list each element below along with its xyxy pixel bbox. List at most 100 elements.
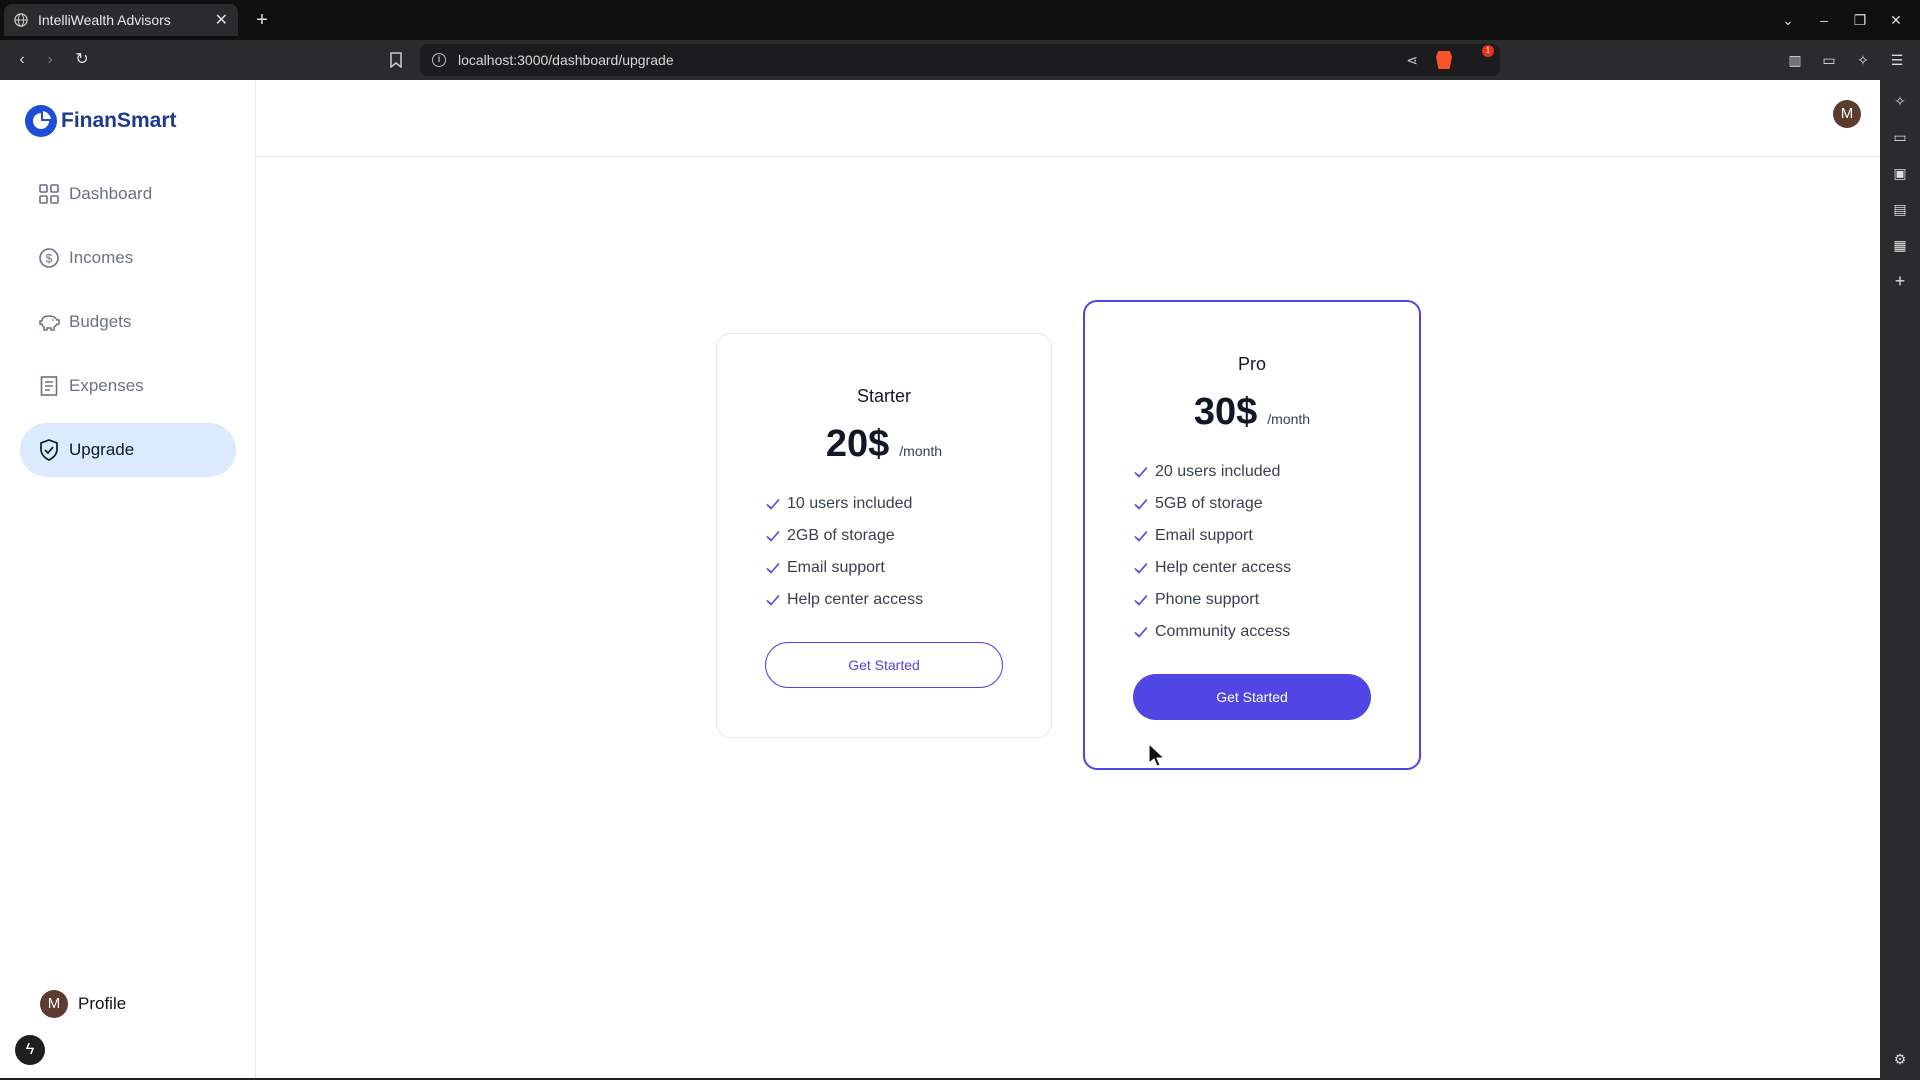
- feature-item: 2GB of storage: [765, 520, 1051, 552]
- feature-text: 10 users included: [787, 495, 913, 512]
- window-controls: ⌄ – ❐ ✕: [1780, 0, 1920, 40]
- bookmark-icon[interactable]: [384, 48, 408, 72]
- brand-logo[interactable]: FinanSmart: [24, 104, 177, 138]
- receipt-icon: [38, 375, 60, 397]
- url-text: localhost:3000/dashboard/upgrade: [458, 52, 674, 68]
- menu-icon[interactable]: ☰: [1888, 48, 1906, 72]
- browser-side-panel: ✧ ▭ ▣ ▤ ▦ + ⚙: [1880, 80, 1920, 1080]
- plan-name: Starter: [856, 386, 912, 406]
- back-icon[interactable]: ‹: [10, 48, 34, 72]
- feature-item: Email support: [1133, 520, 1419, 552]
- svg-text:$: $: [46, 252, 53, 266]
- logo-icon: [25, 105, 57, 137]
- sidebar-item-upgrade[interactable]: Upgrade: [20, 423, 236, 477]
- avatar: M: [40, 990, 68, 1018]
- price-row: 20$ /month: [717, 423, 1051, 466]
- feature-text: 20 users included: [1155, 463, 1281, 480]
- browser-toolbar: ‹ › ↻ i localhost:3000/dashboard/upgrade…: [0, 40, 1920, 80]
- feature-text: Help center access: [787, 591, 924, 608]
- rewards-badge: 1: [1482, 45, 1494, 57]
- feature-item: 5GB of storage: [1133, 488, 1419, 520]
- leo-ai-icon[interactable]: ✧: [1854, 48, 1872, 72]
- sidebar-item-budgets[interactable]: Budgets: [20, 295, 236, 349]
- forward-icon[interactable]: ›: [38, 48, 62, 72]
- sidebar-item-label: Expenses: [69, 376, 144, 395]
- feature-text: 2GB of storage: [787, 527, 895, 544]
- globe-icon: [14, 13, 28, 27]
- sidebar-item-incomes[interactable]: $ Incomes: [20, 231, 236, 285]
- sidebar-item-label: Upgrade: [69, 440, 135, 459]
- check-icon: [766, 498, 780, 510]
- check-icon: [1134, 562, 1148, 574]
- brave-rewards-icon[interactable]: 1: [1470, 45, 1494, 68]
- feature-item: 10 users included: [765, 488, 1051, 520]
- check-icon: [766, 562, 780, 574]
- address-bar[interactable]: i localhost:3000/dashboard/upgrade ⋖ 1: [420, 44, 1500, 76]
- toolbar-right-icons: ▥ ▭ ✧ ☰: [1786, 48, 1906, 72]
- feature-text: 5GB of storage: [1155, 495, 1263, 512]
- reload-icon[interactable]: ↻: [70, 48, 94, 72]
- plan-period: /month: [899, 443, 943, 459]
- check-icon: [1134, 626, 1148, 638]
- feature-text: Community access: [1155, 623, 1291, 640]
- tab-title: IntelliWealth Advisors: [38, 12, 171, 28]
- feature-item: Help center access: [1133, 552, 1419, 584]
- pricing-card-pro: Pro 30$ /month 20 users included 5GB of …: [1083, 300, 1421, 770]
- feature-text: Email support: [787, 559, 885, 576]
- piggy-bank-icon: [38, 311, 60, 333]
- wallet-icon[interactable]: ▣: [1891, 164, 1909, 182]
- feature-text: Help center access: [1155, 559, 1292, 576]
- close-tab-icon[interactable]: ✕: [215, 10, 228, 30]
- plan-price: 30$: [1193, 391, 1258, 433]
- bookmarks-icon[interactable]: ▤: [1891, 200, 1909, 218]
- settings-icon[interactable]: ⚙: [1891, 1050, 1909, 1068]
- sidebar-nav: Dashboard $ Incomes Budgets Expenses Upg…: [20, 167, 236, 487]
- wallet-icon[interactable]: ▭: [1820, 48, 1838, 72]
- feature-item: Email support: [765, 552, 1051, 584]
- app-sidebar: FinanSmart Dashboard $ Incomes Budgets E…: [0, 80, 256, 1078]
- pricing-card-starter: Starter 20$ /month 10 users included 2GB…: [716, 333, 1052, 738]
- site-info-icon[interactable]: i: [432, 53, 446, 67]
- add-panel-icon[interactable]: +: [1891, 272, 1909, 290]
- check-icon: [1134, 594, 1148, 606]
- share-icon[interactable]: ⋖: [1406, 52, 1418, 69]
- feature-list: 10 users included 2GB of storage Email s…: [765, 488, 1051, 616]
- close-window-icon[interactable]: ✕: [1888, 12, 1904, 29]
- profile-link[interactable]: M Profile: [40, 990, 126, 1018]
- minimize-icon[interactable]: –: [1816, 12, 1832, 28]
- tab-list-icon[interactable]: ⌄: [1780, 12, 1796, 29]
- page-header: M: [256, 80, 1880, 157]
- media-icon[interactable]: ▭: [1891, 128, 1909, 146]
- get-started-button[interactable]: Get Started: [765, 642, 1003, 688]
- grid-icon: [38, 183, 60, 205]
- sidebar-item-expenses[interactable]: Expenses: [20, 359, 236, 413]
- check-icon: [1134, 498, 1148, 510]
- feature-item: Help center access: [765, 584, 1051, 616]
- browser-tab-bar: IntelliWealth Advisors ✕ + ⌄ – ❐ ✕: [0, 0, 1920, 40]
- reading-list-icon[interactable]: ▦: [1891, 236, 1909, 254]
- sidebar-item-label: Incomes: [69, 248, 134, 267]
- page-viewport: FinanSmart Dashboard $ Incomes Budgets E…: [0, 80, 1880, 1078]
- feature-item: 20 users included: [1133, 456, 1419, 488]
- feature-item: Phone support: [1133, 584, 1419, 616]
- new-tab-icon[interactable]: +: [250, 8, 274, 32]
- plan-period: /month: [1267, 411, 1311, 427]
- lightning-icon[interactable]: ϟ: [15, 1035, 45, 1065]
- sidebar-item-dashboard[interactable]: Dashboard: [20, 167, 236, 221]
- sidebar-item-label: Budgets: [69, 312, 132, 331]
- brave-shields-icon[interactable]: [1436, 51, 1452, 69]
- restore-icon[interactable]: ❐: [1852, 12, 1868, 29]
- dollar-circle-icon: $: [38, 247, 60, 269]
- check-icon: [766, 594, 780, 606]
- profile-label: Profile: [78, 994, 127, 1013]
- get-started-button[interactable]: Get Started: [1133, 674, 1371, 720]
- feature-text: Email support: [1155, 527, 1253, 544]
- feature-list: 20 users included 5GB of storage Email s…: [1133, 456, 1419, 648]
- sidebar-toggle-icon[interactable]: ▥: [1786, 48, 1804, 72]
- mouse-cursor-icon: [1148, 743, 1166, 767]
- user-avatar-button[interactable]: M: [1833, 100, 1861, 128]
- browser-tab[interactable]: IntelliWealth Advisors ✕: [4, 4, 238, 36]
- plan-name: Pro: [1237, 354, 1266, 374]
- leo-icon[interactable]: ✧: [1891, 92, 1909, 110]
- price-row: 30$ /month: [1085, 391, 1419, 434]
